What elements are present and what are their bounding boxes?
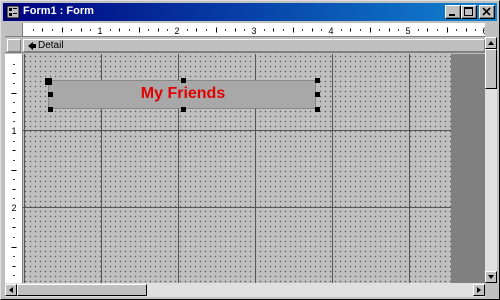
form-selector[interactable] <box>5 23 23 37</box>
resize-handle-bottom-left[interactable] <box>48 107 53 112</box>
close-icon <box>482 7 491 16</box>
move-handle[interactable] <box>45 78 52 85</box>
form-background-area <box>451 54 485 283</box>
my-friends-label[interactable]: My Friends <box>48 80 316 109</box>
resize-handle-top[interactable] <box>181 78 186 83</box>
scroll-left-button[interactable] <box>5 284 17 296</box>
maximize-button[interactable] <box>461 5 477 19</box>
ruler-label: 2 <box>174 26 179 36</box>
vertical-scroll-thumb[interactable] <box>485 49 497 89</box>
arrow-down-icon <box>488 275 494 279</box>
vertical-scrollbar[interactable] <box>485 37 497 283</box>
arrow-up-icon <box>488 41 494 45</box>
horizontal-scroll-thumb[interactable] <box>17 284 147 296</box>
window-title: Form1 : Form <box>23 5 94 17</box>
ruler-label: 1 <box>97 26 102 36</box>
size-box <box>485 283 497 297</box>
resize-handle-top-right[interactable] <box>315 78 320 83</box>
horizontal-scrollbar[interactable] <box>5 283 485 297</box>
vertical-ruler[interactable]: 12 <box>5 54 23 283</box>
ruler-end <box>485 23 497 37</box>
detail-section-bar[interactable]: Detail <box>23 39 485 52</box>
ruler-label: 1 <box>11 126 16 136</box>
form-design-area: 123456 Detail 12 My Friends <box>5 23 497 297</box>
detail-section-header[interactable]: Detail <box>5 38 485 53</box>
arrow-left-icon <box>9 287 13 293</box>
ruler-label: 5 <box>405 26 410 36</box>
title-bar[interactable]: Form1 : Form <box>3 3 497 21</box>
close-button[interactable] <box>479 5 495 19</box>
detail-section-label: Detail <box>38 40 64 51</box>
arrow-right-icon <box>477 287 481 293</box>
label-text: My Friends <box>140 85 226 102</box>
section-arrow-icon <box>28 42 36 50</box>
ruler-label: 4 <box>328 26 333 36</box>
vertical-ruler-ticks: 12 <box>11 64 17 276</box>
scroll-right-button[interactable] <box>473 284 485 296</box>
resize-handle-right[interactable] <box>315 92 320 97</box>
ruler-label: 2 <box>11 203 16 213</box>
horizontal-ruler[interactable]: 123456 <box>23 23 485 37</box>
ruler-label: 3 <box>251 26 256 36</box>
detail-section-grid[interactable]: My Friends <box>23 54 451 283</box>
minimize-icon <box>449 14 455 16</box>
section-selector[interactable] <box>7 39 21 52</box>
horizontal-ruler-ticks: 123456 <box>33 26 485 36</box>
form-design-window: Form1 : Form 123456 Detail 12 <box>0 0 500 300</box>
resize-handle-bottom[interactable] <box>181 107 186 112</box>
resize-handle-left[interactable] <box>48 92 53 97</box>
resize-handle-bottom-right[interactable] <box>315 107 320 112</box>
minimize-button[interactable] <box>445 5 461 19</box>
scroll-down-button[interactable] <box>485 271 497 283</box>
maximize-icon <box>464 7 473 16</box>
form-icon[interactable] <box>6 5 20 19</box>
scroll-up-button[interactable] <box>485 37 497 49</box>
